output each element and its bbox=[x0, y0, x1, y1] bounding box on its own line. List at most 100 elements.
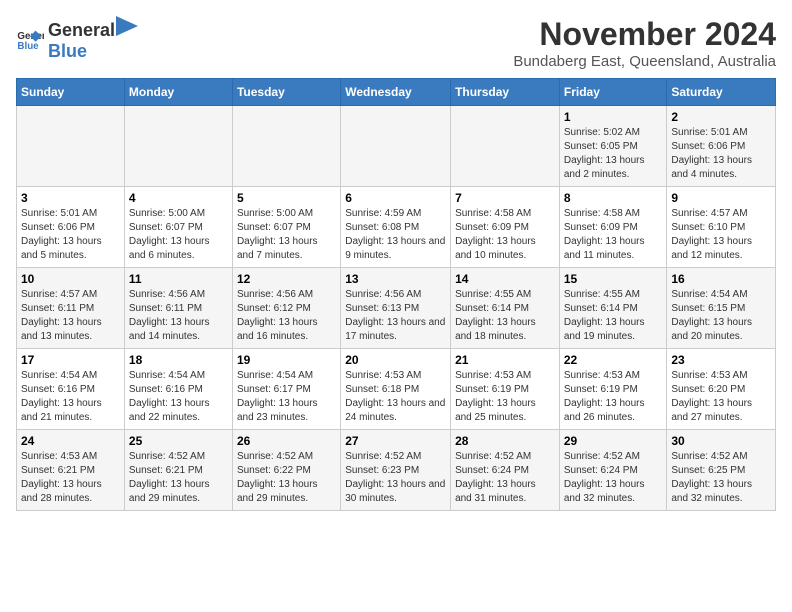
main-title: November 2024 bbox=[513, 16, 776, 53]
day-detail: Sunrise: 4:53 AM Sunset: 6:19 PM Dayligh… bbox=[564, 369, 663, 425]
title-area: November 2024 Bundaberg East, Queensland… bbox=[513, 16, 776, 70]
weekday-header-monday: Monday bbox=[124, 79, 232, 106]
day-detail: Sunrise: 5:01 AM Sunset: 6:06 PM Dayligh… bbox=[21, 207, 120, 263]
logo-icon: General Blue bbox=[16, 25, 44, 53]
logo: General Blue General Blue bbox=[16, 16, 139, 62]
calendar-cell: 29 Sunrise: 4:52 AM Sunset: 6:24 PM Dayli… bbox=[559, 430, 667, 511]
day-detail: Sunrise: 5:00 AM Sunset: 6:07 PM Dayligh… bbox=[129, 207, 228, 263]
day-detail: Sunrise: 5:01 AM Sunset: 6:06 PM Dayligh… bbox=[671, 126, 771, 182]
calendar-cell: 26Sunrise: 4:52 AM Sunset: 6:22 PM Dayli… bbox=[232, 430, 340, 511]
day-detail: Sunrise: 4:55 AM Sunset: 6:14 PM Dayligh… bbox=[564, 288, 663, 344]
week-row-5: 24 Sunrise: 4:53 AM Sunset: 6:21 PM Dayli… bbox=[17, 430, 776, 511]
logo-blue-text: Blue bbox=[48, 41, 87, 61]
calendar-cell: 2Sunrise: 5:01 AM Sunset: 6:06 PM Daylig… bbox=[667, 106, 776, 187]
day-detail: Sunrise: 4:58 AM Sunset: 6:09 PM Dayligh… bbox=[564, 207, 663, 263]
calendar-cell: 22 Sunrise: 4:53 AM Sunset: 6:19 PM Dayli… bbox=[559, 349, 667, 430]
day-detail: Sunrise: 4:54 AM Sunset: 6:15 PM Dayligh… bbox=[671, 288, 771, 344]
calendar-cell: 11 Sunrise: 4:56 AM Sunset: 6:11 PM Dayli… bbox=[124, 268, 232, 349]
day-number: 17 bbox=[21, 353, 120, 367]
day-number: 1 bbox=[564, 110, 663, 124]
day-number: 30 bbox=[671, 434, 771, 448]
svg-text:Blue: Blue bbox=[17, 41, 39, 52]
day-detail: Sunrise: 4:58 AM Sunset: 6:09 PM Dayligh… bbox=[455, 207, 555, 263]
day-number: 9 bbox=[671, 191, 771, 205]
day-number: 29 bbox=[564, 434, 663, 448]
day-number: 22 bbox=[564, 353, 663, 367]
calendar-cell: 20 Sunrise: 4:53 AM Sunset: 6:18 PM Dayli… bbox=[341, 349, 451, 430]
weekday-header-thursday: Thursday bbox=[451, 79, 560, 106]
calendar-cell bbox=[124, 106, 232, 187]
day-detail: Sunrise: 4:53 AM Sunset: 6:19 PM Dayligh… bbox=[455, 369, 555, 425]
day-number: 23 bbox=[671, 353, 771, 367]
day-number: 28 bbox=[455, 434, 555, 448]
calendar-cell bbox=[232, 106, 340, 187]
calendar-cell bbox=[341, 106, 451, 187]
day-detail: Sunrise: 4:52 AM Sunset: 6:24 PM Dayligh… bbox=[564, 450, 663, 506]
day-number: 19 bbox=[237, 353, 336, 367]
day-detail: Sunrise: 4:57 AM Sunset: 6:10 PM Dayligh… bbox=[671, 207, 771, 263]
day-number: 14 bbox=[455, 272, 555, 286]
week-row-3: 10Sunrise: 4:57 AM Sunset: 6:11 PM Dayli… bbox=[17, 268, 776, 349]
calendar-cell: 21Sunrise: 4:53 AM Sunset: 6:19 PM Dayli… bbox=[451, 349, 560, 430]
day-detail: Sunrise: 4:52 AM Sunset: 6:24 PM Dayligh… bbox=[455, 450, 555, 506]
calendar-cell: 18 Sunrise: 4:54 AM Sunset: 6:16 PM Dayli… bbox=[124, 349, 232, 430]
week-row-4: 17 Sunrise: 4:54 AM Sunset: 6:16 PM Dayli… bbox=[17, 349, 776, 430]
day-detail: Sunrise: 4:59 AM Sunset: 6:08 PM Dayligh… bbox=[345, 207, 446, 263]
day-number: 4 bbox=[129, 191, 228, 205]
day-detail: Sunrise: 4:53 AM Sunset: 6:18 PM Dayligh… bbox=[345, 369, 446, 425]
day-number: 11 bbox=[129, 272, 228, 286]
day-detail: Sunrise: 5:02 AM Sunset: 6:05 PM Dayligh… bbox=[564, 126, 663, 182]
day-detail: Sunrise: 4:52 AM Sunset: 6:25 PM Dayligh… bbox=[671, 450, 771, 506]
calendar-cell: 10Sunrise: 4:57 AM Sunset: 6:11 PM Dayli… bbox=[17, 268, 125, 349]
day-detail: Sunrise: 4:56 AM Sunset: 6:13 PM Dayligh… bbox=[345, 288, 446, 344]
weekday-header-row: SundayMondayTuesdayWednesdayThursdayFrid… bbox=[17, 79, 776, 106]
day-detail: Sunrise: 4:52 AM Sunset: 6:21 PM Dayligh… bbox=[129, 450, 228, 506]
day-number: 10 bbox=[21, 272, 120, 286]
calendar-cell: 6Sunrise: 4:59 AM Sunset: 6:08 PM Daylig… bbox=[341, 187, 451, 268]
day-number: 7 bbox=[455, 191, 555, 205]
day-number: 27 bbox=[345, 434, 446, 448]
calendar-cell: 17 Sunrise: 4:54 AM Sunset: 6:16 PM Dayli… bbox=[17, 349, 125, 430]
day-detail: Sunrise: 4:56 AM Sunset: 6:11 PM Dayligh… bbox=[129, 288, 228, 344]
week-row-1: 1 Sunrise: 5:02 AM Sunset: 6:05 PM Daylig… bbox=[17, 106, 776, 187]
day-detail: Sunrise: 4:56 AM Sunset: 6:12 PM Dayligh… bbox=[237, 288, 336, 344]
day-detail: Sunrise: 4:54 AM Sunset: 6:16 PM Dayligh… bbox=[21, 369, 120, 425]
day-number: 3 bbox=[21, 191, 120, 205]
calendar-cell: 25 Sunrise: 4:52 AM Sunset: 6:21 PM Dayli… bbox=[124, 430, 232, 511]
day-number: 18 bbox=[129, 353, 228, 367]
day-number: 20 bbox=[345, 353, 446, 367]
day-number: 5 bbox=[237, 191, 336, 205]
calendar-cell: 4 Sunrise: 5:00 AM Sunset: 6:07 PM Daylig… bbox=[124, 187, 232, 268]
day-number: 25 bbox=[129, 434, 228, 448]
day-detail: Sunrise: 4:54 AM Sunset: 6:17 PM Dayligh… bbox=[237, 369, 336, 425]
calendar-cell: 28 Sunrise: 4:52 AM Sunset: 6:24 PM Dayli… bbox=[451, 430, 560, 511]
day-number: 13 bbox=[345, 272, 446, 286]
calendar-cell: 13 Sunrise: 4:56 AM Sunset: 6:13 PM Dayli… bbox=[341, 268, 451, 349]
day-detail: Sunrise: 5:00 AM Sunset: 6:07 PM Dayligh… bbox=[237, 207, 336, 263]
calendar-cell: 14 Sunrise: 4:55 AM Sunset: 6:14 PM Dayli… bbox=[451, 268, 560, 349]
header: General Blue General Blue November 2024 … bbox=[16, 16, 776, 70]
calendar-cell bbox=[451, 106, 560, 187]
day-detail: Sunrise: 4:55 AM Sunset: 6:14 PM Dayligh… bbox=[455, 288, 555, 344]
day-detail: Sunrise: 4:53 AM Sunset: 6:21 PM Dayligh… bbox=[21, 450, 120, 506]
day-detail: Sunrise: 4:52 AM Sunset: 6:23 PM Dayligh… bbox=[345, 450, 446, 506]
weekday-header-tuesday: Tuesday bbox=[232, 79, 340, 106]
week-row-2: 3 Sunrise: 5:01 AM Sunset: 6:06 PM Daylig… bbox=[17, 187, 776, 268]
calendar-cell: 15Sunrise: 4:55 AM Sunset: 6:14 PM Dayli… bbox=[559, 268, 667, 349]
sub-title: Bundaberg East, Queensland, Australia bbox=[513, 53, 776, 70]
day-detail: Sunrise: 4:54 AM Sunset: 6:16 PM Dayligh… bbox=[129, 369, 228, 425]
day-number: 24 bbox=[21, 434, 120, 448]
day-number: 26 bbox=[237, 434, 336, 448]
calendar-cell: 30 Sunrise: 4:52 AM Sunset: 6:25 PM Dayli… bbox=[667, 430, 776, 511]
logo-arrow-icon bbox=[116, 16, 138, 36]
calendar-cell: 16Sunrise: 4:54 AM Sunset: 6:15 PM Dayli… bbox=[667, 268, 776, 349]
calendar-cell: 24 Sunrise: 4:53 AM Sunset: 6:21 PM Dayli… bbox=[17, 430, 125, 511]
calendar-cell bbox=[17, 106, 125, 187]
calendar-cell: 3 Sunrise: 5:01 AM Sunset: 6:06 PM Daylig… bbox=[17, 187, 125, 268]
calendar-cell: 7 Sunrise: 4:58 AM Sunset: 6:09 PM Daylig… bbox=[451, 187, 560, 268]
weekday-header-saturday: Saturday bbox=[667, 79, 776, 106]
day-number: 8 bbox=[564, 191, 663, 205]
day-number: 12 bbox=[237, 272, 336, 286]
calendar-table: SundayMondayTuesdayWednesdayThursdayFrid… bbox=[16, 78, 776, 511]
logo-general-text: General bbox=[48, 20, 115, 41]
